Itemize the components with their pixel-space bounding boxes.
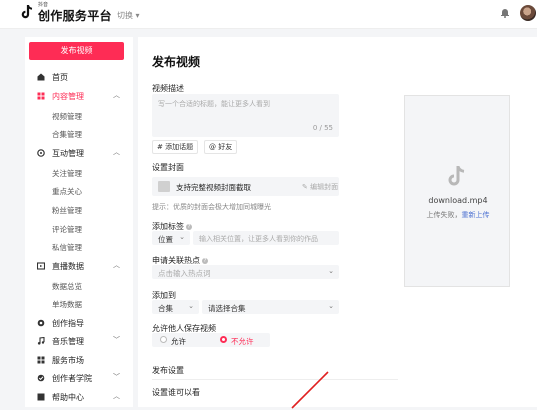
hot-topic-select[interactable]: 点击输入热点词 ⌄: [152, 265, 339, 279]
sidebar-item-label: 帮助中心: [52, 393, 84, 402]
page-title: 发布视频: [152, 55, 201, 69]
sidebar-item-creation-guide[interactable]: 创作指导: [25, 315, 133, 331]
sidebar-item-home[interactable]: 首页: [25, 69, 133, 85]
publish-form: 发布视频 视频描述 写一个合适的标题，能让更多人看到 0 / 55 # 添加话题…: [138, 37, 537, 407]
avatar[interactable]: [520, 5, 536, 21]
hot-label-text: 申请关联热点: [152, 256, 200, 265]
chevron-up-icon: ︿: [113, 148, 120, 156]
content-icon: [37, 92, 45, 100]
desc-label: 视频描述: [152, 84, 184, 93]
sidebar-subitem-follow-manage[interactable]: 关注管理: [52, 168, 82, 179]
academy-icon: [37, 374, 45, 382]
douyin-logo-icon[interactable]: [20, 4, 34, 20]
sidebar-subitem-data-overview[interactable]: 数据总览: [52, 281, 82, 292]
hot-topic-placeholder: 点击输入热点词: [158, 269, 211, 278]
divider: [152, 379, 398, 380]
chevron-up-icon: ︿: [113, 91, 120, 99]
tag-label-text: 添加标签: [152, 222, 184, 231]
description-placeholder: 写一个合适的标题，能让更多人看到: [158, 100, 270, 108]
retry-upload-link[interactable]: 重新上传: [462, 211, 490, 219]
save-permission-radio-group: 允许 不允许: [152, 333, 270, 347]
sidebar-subitem-fans-manage[interactable]: 粉丝管理: [52, 205, 82, 216]
char-counter: 0 / 55: [312, 124, 333, 132]
cover-text: 支持完整视频封面截取: [176, 183, 251, 192]
chevron-down-icon: ⌄: [179, 233, 185, 241]
guide-icon: [37, 319, 45, 327]
video-preview[interactable]: download.mp4 上传失败，重新上传: [404, 95, 510, 287]
chevron-up-icon: ︿: [113, 261, 120, 269]
sidebar-subitem-message-manage[interactable]: 私信管理: [52, 242, 82, 253]
sidebar-item-label: 音乐管理: [52, 337, 84, 346]
cover-tip: 提示：优质的封面会极大增加同城曝光: [152, 203, 271, 211]
add-to-type-select[interactable]: 合集 ⌄: [152, 300, 199, 314]
sidebar-item-academy[interactable]: 创作者学院 ﹀: [25, 370, 133, 386]
description-input[interactable]: 写一个合适的标题，能让更多人看到 0 / 55: [152, 94, 339, 137]
sidebar-item-label: 互动管理: [52, 149, 84, 158]
radio-deny-label[interactable]: 不允许: [231, 336, 254, 347]
sidebar-item-interaction[interactable]: 互动管理 ︿: [25, 145, 133, 161]
add-topic-button[interactable]: # 添加话题: [152, 140, 199, 154]
location-placeholder: 输入相关位置，让更多人看到你的作品: [199, 235, 318, 243]
home-icon: [37, 73, 45, 81]
radio-allow-label[interactable]: 允许: [171, 336, 186, 347]
cover-label: 设置封面: [152, 163, 184, 172]
sidebar-item-live-data[interactable]: 直播数据 ︿: [25, 258, 133, 274]
cover-selector[interactable]: 支持完整视频封面截取 ✎ 编辑封面: [152, 177, 339, 196]
sidebar-subitem-key-care[interactable]: 重点关心: [52, 186, 82, 197]
douyin-logo-icon: [448, 165, 465, 186]
chevron-down-icon: ﹀: [113, 373, 120, 381]
sidebar-item-label: 服务市场: [52, 356, 84, 365]
sidebar-subitem-comment-manage[interactable]: 评论管理: [52, 224, 82, 235]
upload-status: 上传失败，重新上传: [405, 210, 511, 220]
sidebar-item-content[interactable]: 内容管理 ︿: [25, 88, 133, 104]
market-icon: [37, 356, 45, 364]
add-to-type-value: 合集: [158, 304, 173, 313]
brand-title[interactable]: 创作服务平台: [38, 7, 112, 24]
switch-platform-dropdown[interactable]: 切换 ▾: [117, 10, 140, 21]
chevron-down-icon: ⌄: [188, 302, 194, 310]
publish-video-button[interactable]: 发布视频: [29, 42, 124, 60]
location-input[interactable]: 输入相关位置，让更多人看到你的作品: [193, 231, 339, 245]
sidebar-item-label: 首页: [52, 73, 68, 82]
sidebar-item-label: 创作者学院: [52, 374, 92, 383]
sidebar-subitem-single-session[interactable]: 单场数据: [52, 299, 82, 310]
edit-cover-label: 编辑封面: [310, 183, 339, 191]
sidebar-item-service-market[interactable]: 服务市场: [25, 352, 133, 368]
sidebar-subitem-video-manage[interactable]: 视频管理: [52, 111, 82, 122]
music-icon: [37, 337, 45, 345]
sidebar-item-label: 内容管理: [52, 92, 84, 101]
edit-cover-button[interactable]: ✎ 编辑封面: [302, 182, 338, 192]
mention-friend-button[interactable]: @ 好友: [204, 140, 238, 154]
sidebar-item-label: 直播数据: [52, 262, 84, 271]
radio-allow[interactable]: [160, 336, 167, 343]
annotation-arrow: [291, 371, 329, 409]
sidebar-item-label: 创作指导: [52, 319, 84, 328]
upload-error-text: 上传失败，: [426, 211, 462, 219]
image-icon: [158, 181, 170, 192]
chevron-down-icon: ⌄: [328, 267, 334, 275]
who-can-see-label: 设置谁可以看: [152, 388, 200, 397]
sidebar-item-music[interactable]: 音乐管理 ﹀: [25, 333, 133, 349]
interaction-icon: [37, 149, 45, 157]
sidebar: 发布视频 首页 内容管理 ︿ 视频管理 合集管理 互动管理 ︿ 关注管理 重点关…: [25, 37, 133, 407]
tag-type-select[interactable]: 位置 ⌄: [152, 231, 190, 245]
sidebar-subitem-collection-manage[interactable]: 合集管理: [52, 129, 82, 140]
file-name: download.mp4: [428, 196, 488, 205]
bell-icon[interactable]: [500, 7, 510, 18]
help-icon[interactable]: ?: [186, 223, 192, 230]
chevron-down-icon: ﹀: [113, 336, 120, 344]
live-icon: [37, 262, 45, 270]
chevron-down-icon: ⌄: [328, 302, 334, 310]
publish-settings-heading: 发布设置: [152, 366, 184, 375]
collection-value: 请选择合集: [208, 304, 246, 313]
radio-deny[interactable]: [220, 336, 227, 343]
tag-type-value: 位置: [158, 235, 173, 244]
help-icon[interactable]: ?: [202, 257, 208, 264]
collection-select[interactable]: 请选择合集 ⌄: [202, 300, 339, 314]
sidebar-item-help-center[interactable]: 帮助中心 ︿: [25, 389, 133, 405]
top-bar: 抖音 创作服务平台 切换 ▾: [0, 0, 537, 29]
